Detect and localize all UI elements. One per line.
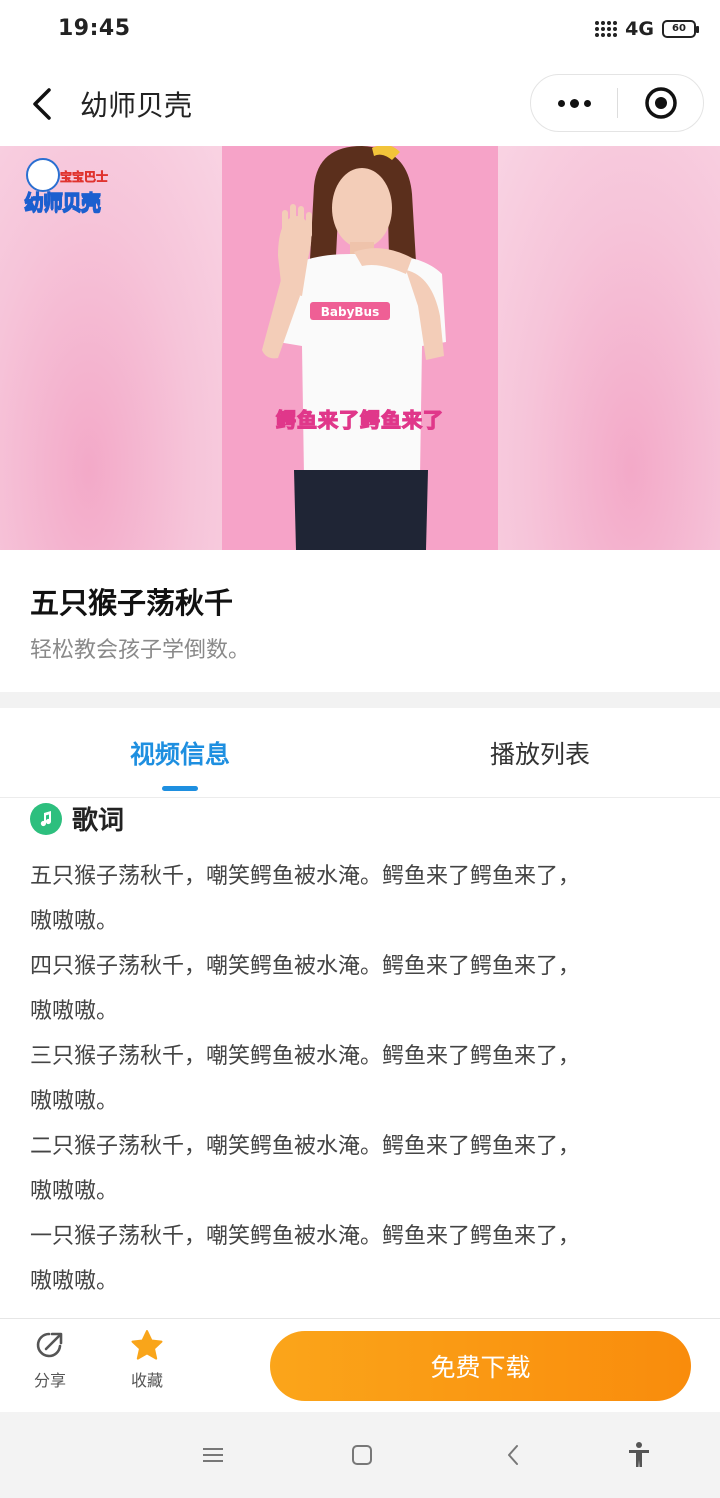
system-back-button[interactable] [488,1432,538,1478]
video-banner[interactable]: BabyBus 鳄鱼来了鳄鱼来了 宝宝巴士 幼师贝壳 [0,146,720,550]
video-description: 轻松教会孩子学倒数。 [30,638,251,663]
lyric-line: 二只猴子荡秋千，嘲笑鳄鱼被水淹。鳄鱼来了鳄鱼来了， [30,1134,581,1159]
lyrics-section: 歌词 五只猴子荡秋千，嘲笑鳄鱼被水淹。鳄鱼来了鳄鱼来了， 嗷嗷嗷。 四只猴子荡秋… [0,798,720,1318]
lyrics-heading: 歌词 [72,806,125,836]
back-button[interactable] [22,82,62,126]
video-info: 五只猴子荡秋千 轻松教会孩子学倒数。 [0,550,720,692]
bottom-action-bar: 分享 收藏 免费下载 [0,1318,720,1412]
signal-icon [595,21,618,37]
square-icon [352,1445,372,1465]
lyric-line: 嗷嗷嗷。 [30,999,119,1024]
accessibility-button[interactable] [614,1432,664,1478]
lyric-line: 三只猴子荡秋千，嘲笑鳄鱼被水淹。鳄鱼来了鳄鱼来了， [30,1044,581,1069]
mini-program-capsule [530,74,704,132]
active-tab-indicator [162,786,198,791]
more-dots-icon [557,99,565,107]
video-title: 五只猴子荡秋千 [30,586,234,620]
video-frame: BabyBus 鳄鱼来了鳄鱼来了 [222,146,498,550]
menu-button[interactable] [188,1432,238,1478]
home-button[interactable] [337,1432,387,1478]
brand-logo: 宝宝巴士 幼师贝壳 [24,158,116,230]
more-button[interactable] [531,75,617,131]
favorite-label: 收藏 [130,1371,163,1390]
free-download-button[interactable]: 免费下载 [270,1331,691,1401]
lyric-line: 嗷嗷嗷。 [30,1089,119,1114]
video-subtitle: 鳄鱼来了鳄鱼来了 [275,407,444,432]
nav-bar: 幼师贝壳 [0,62,720,146]
svg-text:BabyBus: BabyBus [321,305,380,319]
accessibility-icon [629,1442,649,1467]
lyric-line: 嗷嗷嗷。 [30,909,119,934]
menu-lines-icon [203,1448,223,1462]
target-circle-icon [644,87,677,119]
share-button[interactable]: 分享 [20,1329,80,1391]
banner-blur-right [498,146,720,550]
logo-text: 幼师贝壳 [24,190,102,215]
star-icon [131,1330,163,1360]
share-label: 分享 [33,1371,66,1390]
lyric-line: 五只猴子荡秋千，嘲笑鳄鱼被水淹。鳄鱼来了鳄鱼来了， [30,864,581,889]
tab-playlist[interactable]: 播放列表 [360,708,720,798]
music-note-icon [30,802,62,835]
close-mini-program-button[interactable] [618,75,703,131]
chevron-left-icon [33,88,51,120]
status-bar: 19:45 4G 60 [0,0,720,62]
status-indicators: 4G 60 [595,18,699,40]
lyrics-body: 五只猴子荡秋千，嘲笑鳄鱼被水淹。鳄鱼来了鳄鱼来了， 嗷嗷嗷。 四只猴子荡秋千，嘲… [30,854,670,1304]
section-divider [0,692,720,708]
teacher-illustration: BabyBus [262,146,446,550]
network-type: 4G [625,18,654,40]
back-arrow-icon [508,1445,518,1465]
lyric-line: 一只猴子荡秋千，嘲笑鳄鱼被水淹。鳄鱼来了鳄鱼来了， [30,1224,581,1249]
system-nav-bar [0,1412,720,1498]
share-icon [36,1332,63,1358]
status-time: 19:45 [58,16,131,41]
tab-video-info[interactable]: 视频信息 [0,708,360,798]
lyric-line: 嗷嗷嗷。 [30,1269,119,1294]
content-tabs: 视频信息 播放列表 [0,708,720,798]
lyric-line: 四只猴子荡秋千，嘲笑鳄鱼被水淹。鳄鱼来了鳄鱼来了， [30,954,581,979]
battery-icon: 60 [662,20,699,38]
favorite-button[interactable]: 收藏 [117,1329,177,1391]
logo-small-text: 宝宝巴士 [60,170,109,185]
lyric-line: 嗷嗷嗷。 [30,1179,119,1204]
page-title: 幼师贝壳 [80,89,193,122]
lyrics-header: 歌词 [30,800,124,837]
